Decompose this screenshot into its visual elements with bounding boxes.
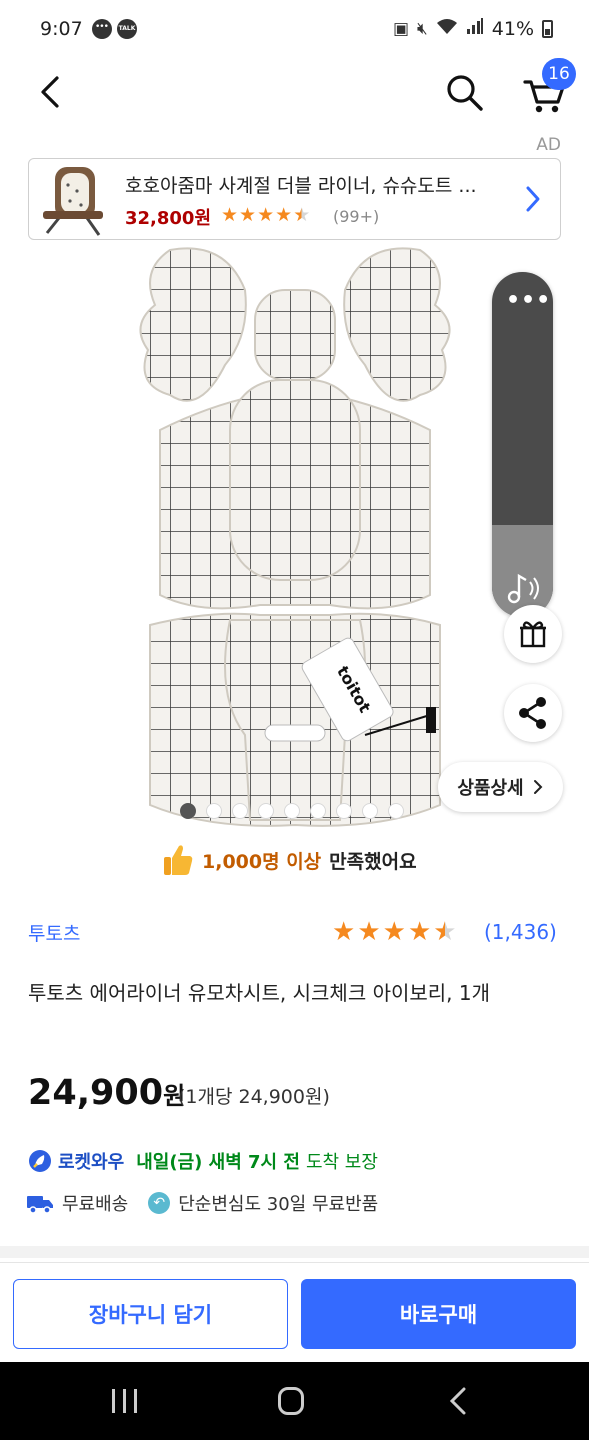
gift-button[interactable] — [504, 605, 562, 663]
product-detail-label: 상품상세 — [457, 778, 524, 799]
satisfaction-summary: 1,000명 이상 만족했어요 — [162, 842, 417, 878]
chevron-right-icon — [533, 780, 543, 794]
return-policy-text: 단순변심도 30일 무료반품 — [178, 1194, 379, 1215]
search-icon — [447, 75, 483, 111]
recent-apps-button[interactable] — [112, 1389, 137, 1413]
mute-icon: 🔇︎ — [417, 18, 428, 39]
ad-product-thumbnail — [43, 167, 103, 236]
signal-icon — [466, 17, 484, 40]
more-options-icon[interactable]: ••• — [506, 288, 551, 313]
star-icon: ★ — [257, 204, 275, 226]
thumbs-up-icon — [164, 845, 193, 875]
carousel-dot[interactable] — [232, 803, 248, 819]
ad-star-rating: ★ ★ ★ ★ ★ — [221, 205, 310, 225]
volume-panel[interactable]: ••• — [492, 272, 553, 617]
ad-product-price: 32,800원 — [125, 208, 212, 229]
carousel-dot[interactable] — [180, 803, 196, 819]
media-volume-icon — [507, 573, 539, 604]
ad-label: AD — [536, 135, 561, 155]
ad-review-count: (99+) — [333, 207, 380, 226]
system-navigation-bar — [0, 1362, 589, 1440]
product-star-rating: ★ ★ ★ ★ ★ — [332, 917, 457, 947]
star-icon: ★ — [275, 204, 293, 226]
product-title: 투토츠 에어라이너 유모차시트, 시크체크 아이보리, 1개 — [28, 981, 491, 1005]
review-count-link[interactable]: (1,436) — [484, 920, 557, 944]
home-button[interactable] — [278, 1387, 304, 1415]
carousel-dot[interactable] — [362, 803, 378, 819]
chevron-right-icon[interactable] — [519, 181, 547, 217]
price-value: 24,900 — [28, 1073, 164, 1113]
kakaotalk-notification-icon: TALK — [117, 19, 137, 39]
free-shipping-text: 무료배송 — [62, 1194, 129, 1215]
status-right-group: ▣ 🔇︎ 41% — [393, 17, 553, 40]
rocket-wow-label: 로켓와우 — [58, 1152, 125, 1173]
delivery-guarantee: 도착 보장 — [305, 1152, 378, 1173]
carousel-dot[interactable] — [336, 803, 352, 819]
carousel-dot[interactable] — [284, 803, 300, 819]
nfc-icon: ▣ — [392, 18, 410, 39]
ad-product-title: 호호아줌마 사계절 더블 라이너, 슈슈도트 ... — [125, 175, 477, 197]
rocket-icon — [29, 1150, 51, 1172]
star-icon: ★ — [332, 917, 356, 947]
star-icon: ★ — [221, 204, 239, 226]
add-to-cart-button[interactable]: 장바구니 담기 — [13, 1279, 288, 1349]
cart-count-badge: 16 — [542, 58, 576, 90]
buy-now-button[interactable]: 바로구매 — [301, 1279, 576, 1349]
shipping-perks: 무료배송 ↶ 단순변심도 30일 무료반품 — [26, 1190, 378, 1216]
satisfaction-text: 만족했어요 — [329, 850, 417, 873]
carousel-dot[interactable] — [258, 803, 274, 819]
product-image-stroller-liner[interactable]: toitot — [130, 245, 460, 830]
product-price: 24,900원 — [28, 1073, 185, 1113]
share-button[interactable] — [504, 684, 562, 742]
unit-price: (1개당 24,900원) — [178, 1086, 330, 1108]
chat-notification-icon — [92, 19, 112, 39]
star-icon: ★ — [293, 204, 311, 226]
system-back-button[interactable] — [446, 1386, 470, 1416]
status-bar: 9:07 TALK ▣ 🔇︎ 41% — [0, 0, 589, 60]
carousel-dot[interactable] — [310, 803, 326, 819]
carousel-dot[interactable] — [388, 803, 404, 819]
top-header — [0, 60, 589, 124]
share-icon — [519, 697, 546, 729]
return-icon: ↶ — [148, 1192, 171, 1214]
delivery-date: 내일(금) 새벽 7시 전 — [136, 1152, 300, 1173]
status-time: 9:07 — [40, 18, 83, 40]
star-icon: ★ — [382, 917, 406, 947]
bottom-action-bar: 장바구니 담기 바로구매 — [0, 1262, 589, 1362]
back-button[interactable] — [30, 70, 74, 114]
battery-percent: 41% — [491, 17, 534, 40]
satisfaction-count: 1,000명 이상 — [202, 850, 322, 873]
carousel-dot[interactable] — [206, 803, 222, 819]
image-carousel-indicator — [180, 803, 404, 819]
battery-icon — [542, 19, 553, 38]
truck-icon — [27, 1196, 53, 1214]
star-icon: ★ — [433, 917, 457, 947]
search-button[interactable] — [440, 68, 488, 116]
brand-link[interactable]: 투토츠 — [28, 919, 80, 946]
star-icon: ★ — [239, 204, 257, 226]
delivery-info: 로켓와우 내일(금) 새벽 7시 전 도착 보장 — [28, 1148, 378, 1174]
product-detail-button[interactable]: 상품상세 — [438, 762, 563, 812]
sponsored-product-banner[interactable]: 호호아줌마 사계절 더블 라이너, 슈슈도트 ... 32,800원 ★ ★ ★ ★ ★… — [28, 158, 561, 240]
star-icon: ★ — [357, 917, 381, 947]
star-icon: ★ — [407, 917, 432, 947]
section-divider — [0, 1246, 589, 1258]
gift-icon — [520, 621, 546, 648]
back-arrow-icon — [41, 76, 59, 108]
wifi-icon — [436, 17, 458, 40]
